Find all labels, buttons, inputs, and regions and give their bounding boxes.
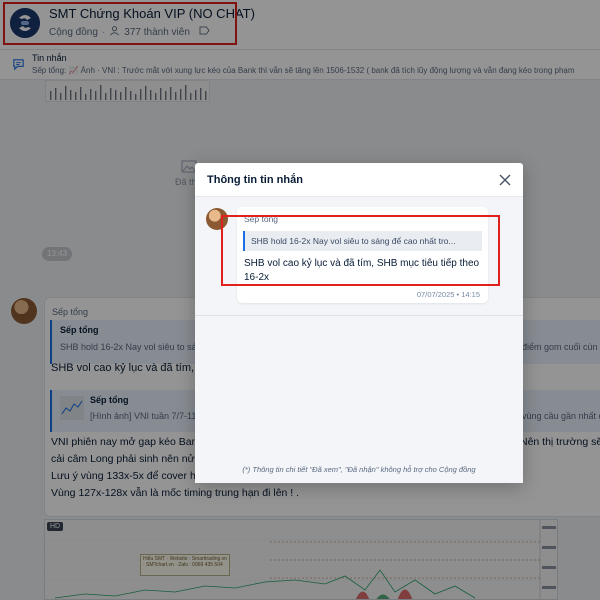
dialog-title: Thông tin tin nhắn: [207, 174, 303, 186]
dialog-header: Thông tin tin nhắn: [195, 163, 523, 197]
message-timestamp: 07/07/2025 • 14:15: [416, 290, 480, 299]
dialog-footnote: (*) Thông tin chi tiết "Đã xem", "Đã nhậ…: [242, 465, 476, 474]
message-info-dialog: Thông tin tin nhắn Sếp tổng SHB hold 16-…: [195, 163, 523, 483]
close-icon[interactable]: [497, 172, 513, 188]
divider: [195, 315, 523, 316]
message-highlight-box: [221, 215, 500, 286]
